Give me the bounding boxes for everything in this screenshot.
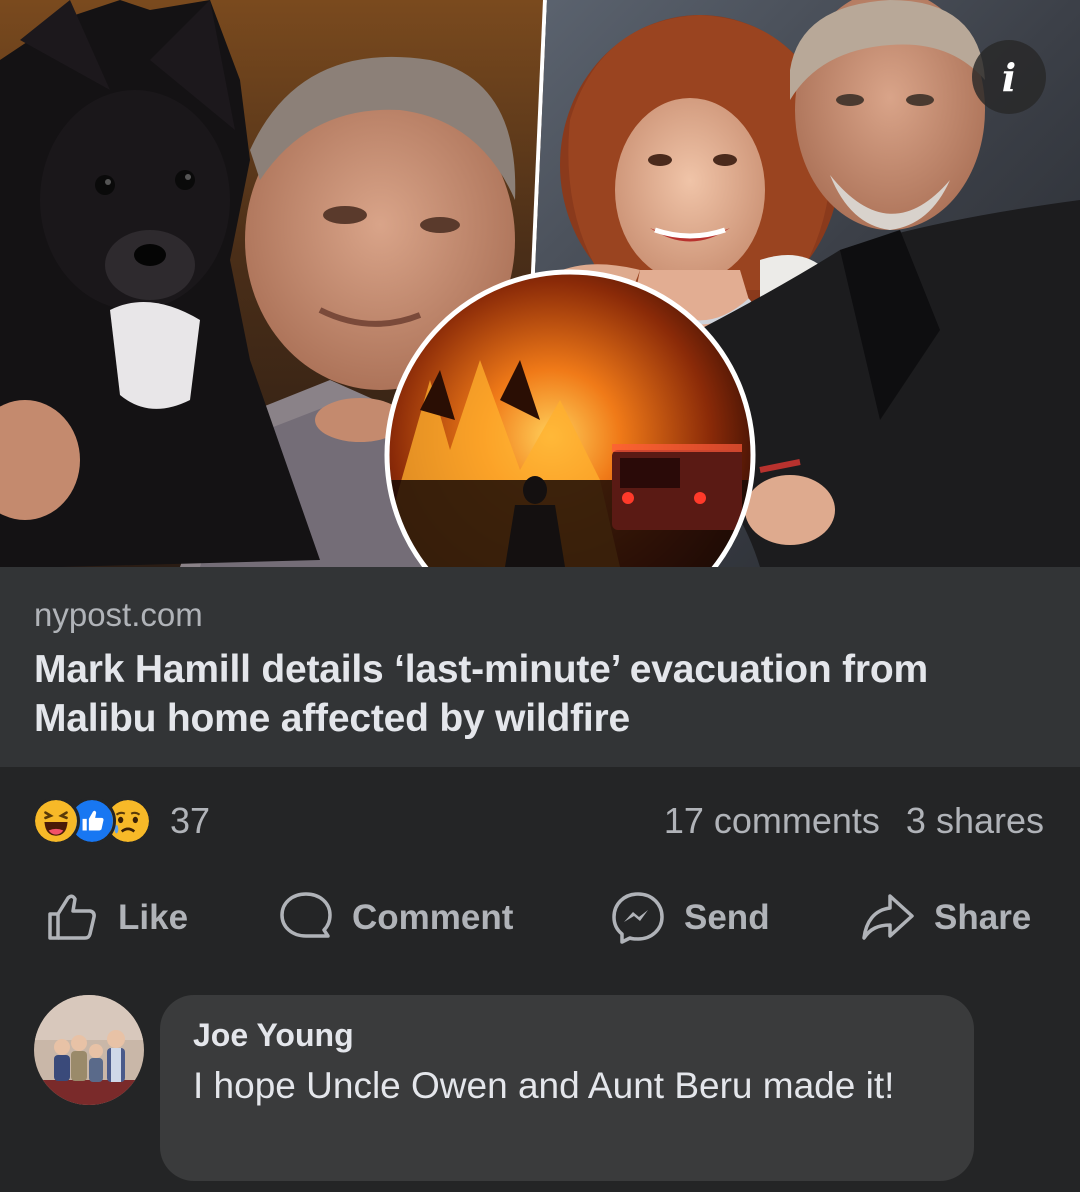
reactions-button[interactable]: 37 [32, 797, 210, 845]
share-arrow-icon [862, 894, 914, 940]
comments-count[interactable]: 17 comments [664, 800, 880, 842]
like-button[interactable]: Like [44, 886, 188, 950]
link-domain: nypost.com [34, 596, 203, 633]
feed-post: i nypost.com Mark Hamill details ‘last-m… [0, 0, 1080, 1192]
send-button[interactable]: Send [610, 886, 770, 950]
share-label: Share [934, 898, 1032, 937]
comment-label: Comment [352, 898, 514, 937]
reaction-summary: 37 17 comments 3 shares [0, 767, 1080, 875]
reaction-count: 37 [170, 800, 211, 841]
comment-bubble[interactable]: Joe Young I hope Uncle Owen and Aunt Ber… [160, 995, 974, 1181]
post-action-bar: Like Comment Send Share [0, 875, 1080, 961]
send-label: Send [684, 898, 770, 937]
reaction-icons [32, 797, 152, 845]
comment-text: I hope Uncle Owen and Aunt Beru made it! [193, 1065, 895, 1106]
avatar-photo [34, 995, 144, 1105]
link-title: Mark Hamill details ‘last-minute’ evacua… [34, 648, 928, 740]
like-label: Like [118, 898, 189, 937]
comment-author[interactable]: Joe Young [193, 1015, 942, 1055]
haha-reaction-icon [32, 797, 80, 845]
engagement-counts: 17 comments 3 shares [664, 800, 1044, 842]
avatar[interactable] [34, 995, 144, 1105]
comment-bubble-icon [280, 892, 332, 938]
link-preview-image[interactable]: i [0, 0, 1080, 567]
info-icon[interactable]: i [972, 40, 1046, 114]
shares-count[interactable]: 3 shares [906, 800, 1044, 842]
link-preview[interactable]: nypost.com Mark Hamill details ‘last-min… [0, 567, 1080, 767]
thumbs-up-icon [48, 894, 96, 940]
article-photo-collage [0, 0, 1080, 567]
comment-button[interactable]: Comment [278, 886, 513, 950]
messenger-icon [612, 892, 664, 944]
comment-item: Joe Young I hope Uncle Owen and Aunt Ber… [0, 995, 1080, 1192]
share-button[interactable]: Share [860, 886, 1031, 950]
